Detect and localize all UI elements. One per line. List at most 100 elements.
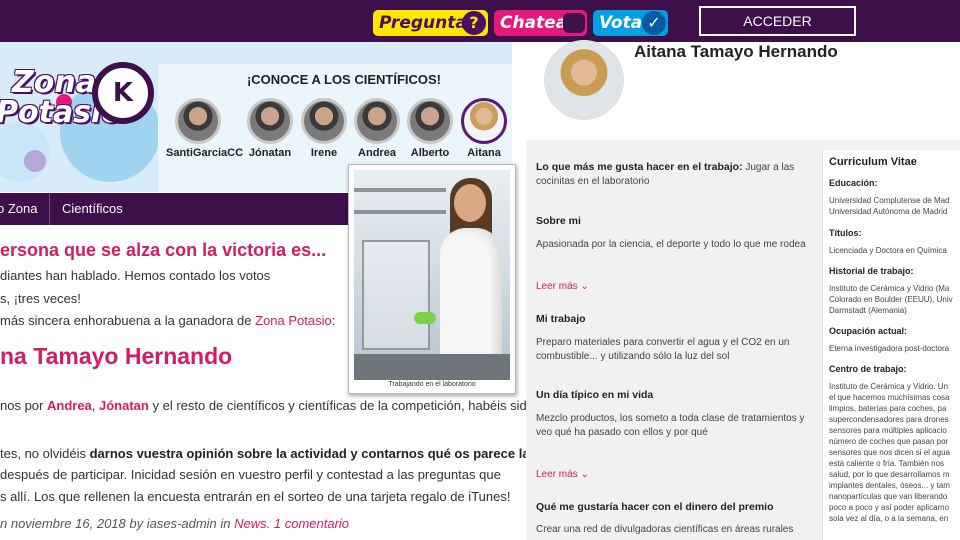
article-meta: n noviembre 16, 2018 by iases-admin in N… xyxy=(0,516,349,531)
article-text: más sincera enhorabuena a la ganadora de… xyxy=(0,313,335,328)
fav-work-label: Lo que más me gusta hacer en el trabajo: xyxy=(536,161,743,173)
meta-text: n noviembre 16, 2018 by iases-admin in xyxy=(0,516,235,531)
cv-heading: Ocupación actual: xyxy=(829,326,908,336)
comments-link[interactable]: 1 comentario xyxy=(274,516,349,531)
article-text-fragment: : xyxy=(331,313,336,328)
scientist-name: SantiGarciaCC xyxy=(166,147,244,159)
avatar xyxy=(247,98,293,144)
chatea-button[interactable]: Chatea xyxy=(494,10,587,36)
sobre-mi-text: Apasionada por la ciencia, el deporte y … xyxy=(536,239,806,250)
leer-mas-link[interactable]: Leer más ⌄ xyxy=(536,280,816,294)
lab-photo xyxy=(354,170,510,380)
article-text: s allí. Los que rellenen la encuesta ent… xyxy=(0,489,511,504)
fav-work-text: Lo que más me gusta hacer en el trabajo:… xyxy=(536,160,816,189)
winner-name: na Tamayo Hernando xyxy=(0,343,233,369)
cv-text: número de coches que pasan por xyxy=(829,437,949,446)
top-bar: Pregunta ? Chatea Vota ✓ ACCEDER xyxy=(0,0,960,42)
avatar xyxy=(461,98,507,144)
cv-text: Universidad Autónoma de Madrid xyxy=(829,207,948,216)
cv-text: Eterna investigadora post-doctora xyxy=(829,344,950,353)
profile-name: Aitana Tamayo Hernando xyxy=(634,42,838,61)
mi-trabajo-text: Preparo materiales para convertir el agu… xyxy=(536,337,790,362)
cv-heading: Historial de trabajo: xyxy=(829,266,914,276)
article-text: nos por Andrea, Jónatan y el resto de ci… xyxy=(0,398,534,413)
cv-text: salud, por lo que desarrollamos m xyxy=(829,470,950,479)
scientist-card-selected[interactable]: Aitana xyxy=(452,98,512,159)
screenshot-stage: Pregunta ? Chatea Vota ✓ ACCEDER Zona Po… xyxy=(0,0,960,540)
article-text-fragment: y el resto de científicos y científicas … xyxy=(148,398,534,413)
cv-text: Licenciada y Doctora en Química xyxy=(829,246,947,255)
avatar xyxy=(175,98,221,144)
mi-trabajo-title: Mi trabajo xyxy=(536,313,586,325)
article-text: diantes han hablado. Hemos contado los v… xyxy=(0,268,271,283)
nav-divider xyxy=(49,193,50,225)
jonatan-link[interactable]: Jónatan xyxy=(99,398,149,413)
scientist-name: Aitana xyxy=(467,147,501,159)
article-text: tes, no olvidéis darnos vuestra opinión … xyxy=(0,446,530,461)
sobre-mi-title: Sobre mi xyxy=(536,215,581,227)
dia-tipico-text: Mezclo productos, los someto a toda clas… xyxy=(536,413,805,438)
decorative-bubble xyxy=(24,150,46,172)
profile-avatar xyxy=(544,40,624,120)
article-text: s, ¡tres veces! xyxy=(0,291,81,306)
article-text-fragment: , xyxy=(91,398,100,413)
meta-text: . xyxy=(266,516,274,531)
vota-button[interactable]: Vota ✓ xyxy=(593,10,668,36)
article-headline: ersona que se alza con la victoria es... xyxy=(0,240,327,260)
zona-potasio-link[interactable]: Zona Potasio xyxy=(255,313,332,328)
glove-shape xyxy=(414,312,436,324)
andrea-link[interactable]: Andrea xyxy=(47,398,92,413)
shelf-shape xyxy=(354,210,446,214)
acceder-button[interactable]: ACCEDER xyxy=(699,6,856,36)
article-text-fragment: tes, no olvidéis xyxy=(0,446,90,461)
bench-shape xyxy=(354,354,510,380)
article-text-fragment: más sincera enhorabuena a la ganadora de xyxy=(0,313,256,328)
avatar xyxy=(301,98,347,144)
nav-item-cientificos[interactable]: Científicos xyxy=(62,193,123,225)
cv-text: Universidad Complutense de Mad xyxy=(829,196,950,205)
scientist-card[interactable]: SantiGarciaCC xyxy=(166,98,244,159)
cv-text: nanopartículas que van liberando xyxy=(829,492,948,501)
profile-header: Aitana Tamayo Hernando xyxy=(526,40,960,140)
leer-mas-link[interactable]: Leer más ⌄ xyxy=(536,468,816,482)
scientists-heading: ¡CONOCE A LOS CIENTÍFICOS! xyxy=(246,72,442,87)
category-link[interactable]: News xyxy=(234,516,267,531)
nav-item-zona[interactable]: o Zona xyxy=(0,193,37,225)
avatar xyxy=(354,98,400,144)
cv-text: Darmstadt (Alemania) xyxy=(829,306,907,315)
cv-text: sola vez al día, o a la semana, en xyxy=(829,514,949,523)
avatar xyxy=(407,98,453,144)
premio-text: Crear una red de divulgadoras científica… xyxy=(536,524,794,535)
vota-label: Vota xyxy=(599,13,643,33)
cv-heading: Títulos: xyxy=(829,228,862,238)
article-bold-text: darnos vuestra opinión sobre la activida… xyxy=(89,446,530,461)
fume-hood-shape xyxy=(362,240,430,350)
chatea-label: Chatea xyxy=(500,13,568,33)
cv-text: está caliente o fría. También nos xyxy=(829,459,945,468)
question-icon: ? xyxy=(462,11,486,35)
pregunta-button[interactable]: Pregunta ? xyxy=(373,10,488,36)
cv-text: poco a poco y así poder aplicarno xyxy=(829,503,950,512)
cv-text: Colorado en Boulder (EEUU), Univ xyxy=(829,295,953,304)
article-text: después de participar. Inicidad sesión e… xyxy=(0,467,501,482)
chat-bubble-icon xyxy=(563,13,585,33)
logo-k-badge: K xyxy=(92,62,154,124)
cv-text: el que hacemos muchísimas cosa xyxy=(829,393,950,402)
cv-text: sensores para múltiples aplicacio xyxy=(829,426,947,435)
curriculum-panel: Curriculum Vitae Educación: Universidad … xyxy=(822,150,960,540)
cv-text: limpios, baterías para coches, pa xyxy=(829,404,947,413)
cv-text: supercondensadores para drones xyxy=(829,415,949,424)
cv-text: Instituto de Cerámica y Vidrio (Ma xyxy=(829,284,950,293)
shelf-shape xyxy=(354,188,446,192)
cv-text: sensores que nos dicen si el agua xyxy=(829,448,950,457)
premio-title: Qué me gustaría hacer con el dinero del … xyxy=(536,501,774,513)
cv-heading: Centro de trabajo: xyxy=(829,364,907,374)
dia-tipico-title: Un día típico en mi vida xyxy=(536,389,654,401)
cv-heading: Educación: xyxy=(829,178,878,188)
article-text-fragment: nos por xyxy=(0,398,47,413)
cv-text: implantes dentales, óseos... y tam xyxy=(829,481,950,490)
photo-caption: Trabajando en el laboratorio xyxy=(388,381,476,388)
lab-photo-card: Trabajando en el laboratorio xyxy=(348,164,516,394)
cv-text: Instituto de Cerámica y Vidrio. Un xyxy=(829,382,949,391)
checkmark-icon: ✓ xyxy=(642,11,666,35)
